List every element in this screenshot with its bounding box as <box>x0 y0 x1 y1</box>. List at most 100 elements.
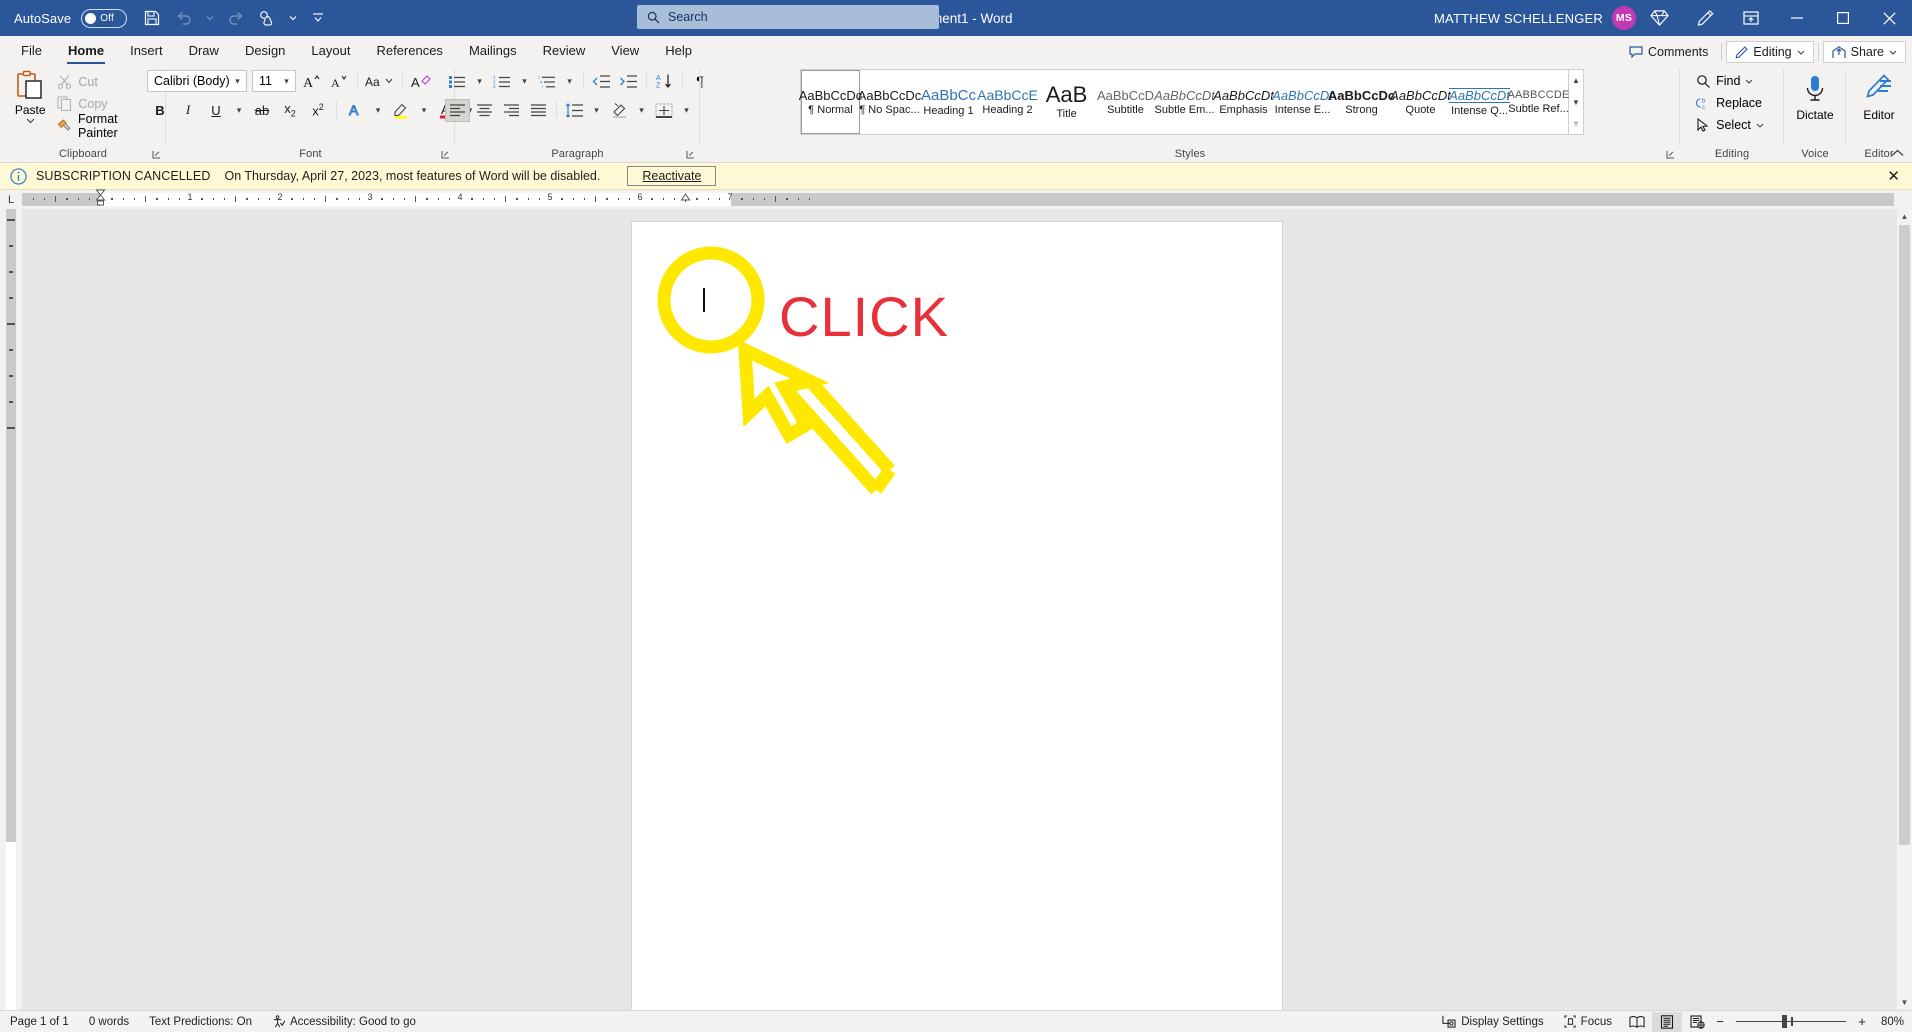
zoom-slider[interactable] <box>1736 1015 1846 1029</box>
highlight-dropdown-icon[interactable]: ▾ <box>416 98 432 122</box>
web-layout-button[interactable] <box>1682 1012 1712 1032</box>
numbering-icon[interactable]: 123 <box>490 70 515 93</box>
shading-icon[interactable] <box>607 99 632 122</box>
touch-mode-icon[interactable] <box>252 4 282 32</box>
align-left-icon[interactable] <box>445 99 470 122</box>
bold-icon[interactable]: B <box>147 98 173 122</box>
clear-formatting-icon[interactable]: A <box>408 69 434 93</box>
undo-icon[interactable] <box>169 4 199 32</box>
tab-file[interactable]: File <box>8 37 55 64</box>
multilevel-list-icon[interactable]: 1ai <box>535 70 560 93</box>
scrollbar-thumb[interactable] <box>1899 225 1910 845</box>
accessibility-status[interactable]: Accessibility: Good to go <box>262 1011 426 1032</box>
comments-button[interactable]: Comments <box>1620 41 1717 63</box>
undo-dropdown-icon[interactable] <box>201 4 218 32</box>
bullets-icon[interactable] <box>445 70 470 93</box>
shading-dropdown-icon[interactable]: ▾ <box>634 98 650 122</box>
underline-dropdown-icon[interactable]: ▾ <box>231 98 247 122</box>
autosave-toggle[interactable]: Off <box>81 9 127 28</box>
style-normal[interactable]: AaBbCcDc ¶ Normal <box>801 70 860 134</box>
pen-edit-icon[interactable] <box>1682 0 1728 36</box>
styles-gallery-scroll[interactable]: ▲ ▼ ▿ <box>1569 69 1584 135</box>
close-button[interactable] <box>1866 0 1912 36</box>
style-heading-2[interactable]: AaBbCcE Heading 2 <box>978 70 1037 134</box>
select-button[interactable]: Select <box>1696 114 1768 136</box>
justify-icon[interactable] <box>526 99 551 122</box>
increase-indent-icon[interactable] <box>616 70 641 93</box>
style-intense-quote[interactable]: AaBbCcDt Intense Q... <box>1450 70 1509 134</box>
search-box[interactable]: Search <box>637 5 939 29</box>
zoom-level-button[interactable]: 80% <box>1870 1016 1904 1028</box>
collapse-ribbon-icon[interactable] <box>1891 148 1904 160</box>
styles-dialog-launcher[interactable] <box>1664 148 1676 160</box>
vertical-ruler[interactable] <box>0 209 22 1010</box>
customize-qat-icon[interactable] <box>303 4 333 32</box>
text-highlight-color-icon[interactable] <box>388 98 414 122</box>
multilevel-dropdown-icon[interactable]: ▾ <box>562 69 578 93</box>
read-mode-button[interactable] <box>1622 1012 1652 1032</box>
zoom-slider-thumb[interactable] <box>1782 1015 1787 1028</box>
paste-button[interactable]: Paste <box>6 68 54 136</box>
word-count[interactable]: 0 words <box>79 1011 139 1032</box>
style-strong[interactable]: AaBbCcDc Strong <box>1332 70 1391 134</box>
style-subtle-reference[interactable]: AABBCCDE Subtle Ref... <box>1509 70 1568 134</box>
shrink-font-icon[interactable]: A <box>326 69 352 93</box>
text-predictions[interactable]: Text Predictions: On <box>139 1011 262 1032</box>
borders-icon[interactable] <box>652 99 677 122</box>
display-settings-button[interactable]: Display Settings <box>1432 1011 1553 1032</box>
editing-mode-button[interactable]: Editing <box>1726 41 1813 63</box>
share-button[interactable]: Share <box>1823 41 1906 63</box>
tab-insert[interactable]: Insert <box>117 37 176 64</box>
find-button[interactable]: Find <box>1696 70 1757 92</box>
replace-button[interactable]: bc Replace <box>1696 92 1766 114</box>
bullets-dropdown-icon[interactable]: ▾ <box>472 69 488 93</box>
diamond-icon[interactable] <box>1636 0 1682 36</box>
dictate-button[interactable]: Dictate <box>1787 68 1843 122</box>
strikethrough-icon[interactable]: ab <box>249 98 275 122</box>
tab-layout[interactable]: Layout <box>298 37 363 64</box>
style-heading-1[interactable]: AaBbCc Heading 1 <box>919 70 978 134</box>
maximize-button[interactable] <box>1820 0 1866 36</box>
focus-button[interactable]: Focus <box>1554 1011 1622 1032</box>
tab-design[interactable]: Design <box>232 37 298 64</box>
font-size-combobox[interactable]: 11 ▾ <box>252 70 296 92</box>
clipboard-dialog-launcher[interactable] <box>150 148 162 160</box>
style-title[interactable]: AaB Title <box>1037 70 1096 134</box>
styles-scroll-down-icon[interactable]: ▼ <box>1569 92 1583 113</box>
save-icon[interactable] <box>137 4 167 32</box>
zoom-in-button[interactable]: + <box>1854 1014 1870 1029</box>
reactivate-button[interactable]: Reactivate <box>627 166 716 186</box>
right-indent-marker[interactable] <box>680 189 691 209</box>
tab-draw[interactable]: Draw <box>176 37 232 64</box>
style-quote[interactable]: AaBbCcDt Quote <box>1391 70 1450 134</box>
align-right-icon[interactable] <box>499 99 524 122</box>
decrease-indent-icon[interactable] <box>589 70 614 93</box>
notice-close-icon[interactable]: ✕ <box>1887 167 1900 185</box>
style-intense-emphasis[interactable]: AaBbCcDt Intense E... <box>1273 70 1332 134</box>
editor-button[interactable]: Editor <box>1851 68 1907 122</box>
text-effects-dropdown-icon[interactable]: ▾ <box>370 98 386 122</box>
ribbon-display-options-icon[interactable] <box>1728 0 1774 36</box>
redo-icon[interactable] <box>220 4 250 32</box>
text-effects-icon[interactable]: A <box>342 98 368 122</box>
sort-icon[interactable]: AZ <box>652 70 677 93</box>
tab-mailings[interactable]: Mailings <box>456 37 530 64</box>
italic-icon[interactable]: I <box>175 98 201 122</box>
styles-more-icon[interactable]: ▿ <box>1569 113 1583 134</box>
underline-icon[interactable]: U <box>203 98 229 122</box>
document-page[interactable]: CLICK <box>631 221 1283 1010</box>
change-case-icon[interactable]: Aa <box>363 69 397 93</box>
document-canvas[interactable]: CLICK <box>22 209 1912 1010</box>
align-center-icon[interactable] <box>472 99 497 122</box>
tab-review[interactable]: Review <box>530 37 599 64</box>
print-layout-button[interactable] <box>1652 1012 1682 1032</box>
tab-help[interactable]: Help <box>652 37 705 64</box>
font-name-combobox[interactable]: Calibri (Body) ▾ <box>147 70 247 92</box>
left-indent-marker[interactable] <box>95 189 106 209</box>
tab-references[interactable]: References <box>363 37 455 64</box>
superscript-icon[interactable]: x2 <box>305 98 331 122</box>
line-spacing-dropdown-icon[interactable]: ▾ <box>589 98 605 122</box>
borders-dropdown-icon[interactable]: ▾ <box>679 98 695 122</box>
style-emphasis[interactable]: AaBbCcDt Emphasis <box>1214 70 1273 134</box>
subscript-icon[interactable]: x2 <box>277 98 303 122</box>
